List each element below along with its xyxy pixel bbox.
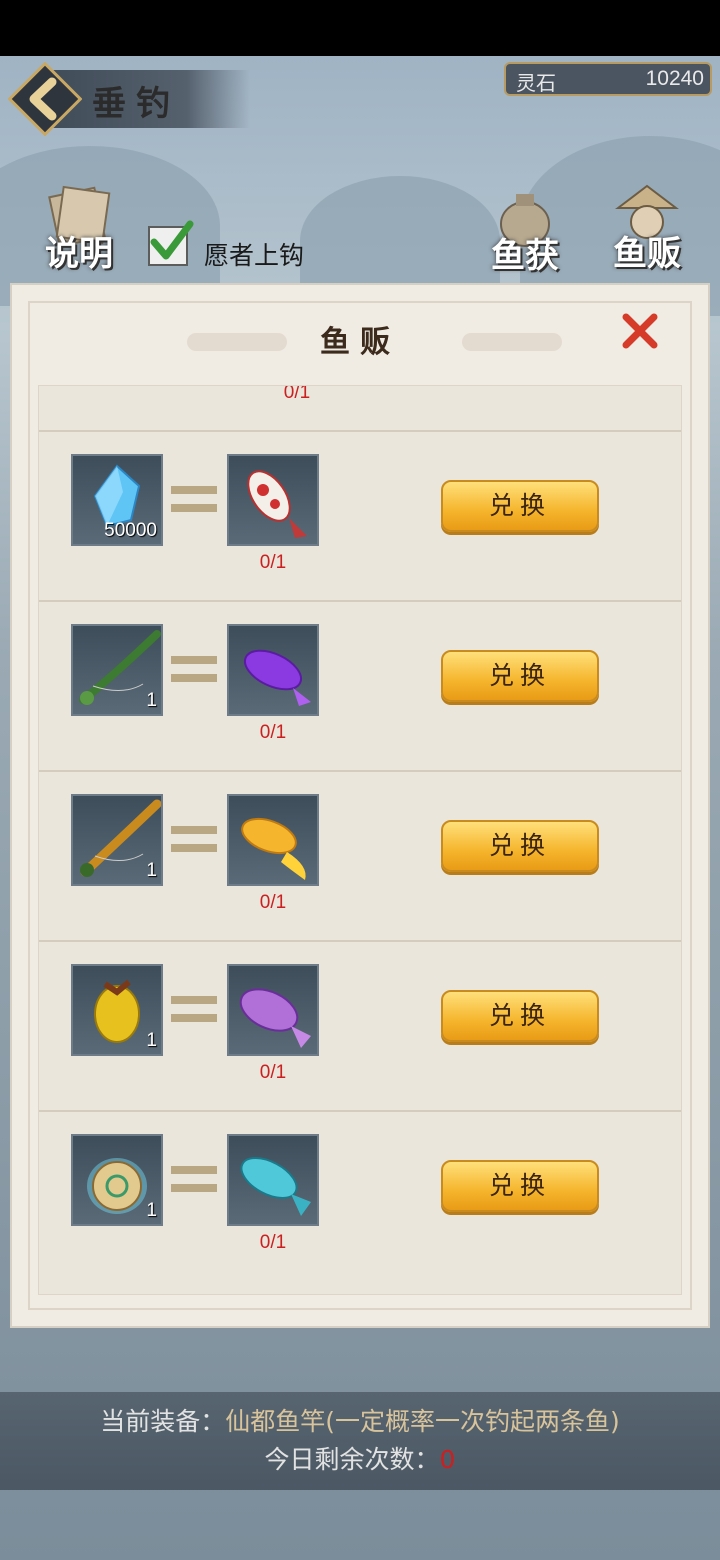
reward-item-slot[interactable]	[227, 964, 319, 1056]
partial-row-progress: 0/1	[283, 385, 311, 403]
exchange-list[interactable]: 0/1 50000 0/1 兑换 1 0/1 兑换 1 0/1 兑换 1 0/1…	[38, 385, 682, 1295]
exchange-row: 1 0/1 兑换	[39, 770, 681, 942]
cost-count: 1	[146, 690, 157, 711]
exchange-progress: 0/1	[259, 722, 287, 743]
currency-label: 灵石	[516, 71, 556, 95]
cost-item-slot[interactable]: 1	[71, 1134, 163, 1226]
equals-icon	[171, 486, 217, 514]
exchange-button[interactable]: 兑换	[441, 650, 599, 702]
equals-icon	[171, 826, 217, 854]
vendor-label: 鱼贩	[613, 234, 681, 274]
cyan-carp-icon	[240, 1157, 311, 1216]
cost-count: 1	[146, 1200, 157, 1221]
exchange-button[interactable]: 兑换	[441, 1160, 599, 1212]
cost-count: 50000	[104, 520, 157, 541]
status-bar	[0, 0, 720, 56]
cost-count: 1	[146, 1030, 157, 1051]
auto-hook-label[interactable]: 愿者上钩	[204, 236, 304, 272]
current-equipment: 当前装备：仙都鱼竿(一定概率一次钓起两条鱼)	[0, 1402, 720, 1438]
reward-item-slot[interactable]	[227, 624, 319, 716]
exchange-progress: 0/1	[259, 892, 287, 913]
help-label: 说明	[45, 234, 113, 274]
reward-item-slot[interactable]	[227, 1134, 319, 1226]
koi-fish-icon	[247, 470, 307, 538]
currency-value: 10240	[645, 67, 704, 90]
back-button[interactable]	[8, 62, 82, 136]
cost-item-slot[interactable]: 1	[71, 624, 163, 716]
catch-button[interactable]: 鱼获	[480, 182, 570, 277]
auto-hook-checkbox[interactable]	[148, 220, 194, 266]
equals-icon	[171, 656, 217, 684]
exchange-button[interactable]: 兑换	[441, 480, 599, 532]
dialog-title: 鱼贩	[320, 325, 400, 360]
golden-arowana-icon	[241, 817, 306, 880]
spirit-stone-counter: 灵石 10240	[504, 62, 712, 96]
exchange-row: 50000 0/1 兑换	[39, 430, 681, 602]
remaining-label: 今日剩余次数：	[264, 1445, 440, 1474]
cost-item-slot[interactable]: 1	[71, 794, 163, 886]
fish-vendor-dialog: 鱼贩 0/1 50000 0/1 兑换 1 0/1 兑换 1 0/1 兑换 1 …	[10, 283, 710, 1328]
reward-item-slot[interactable]	[227, 794, 319, 886]
close-icon[interactable]	[618, 309, 662, 353]
cost-count: 1	[146, 860, 157, 881]
equals-icon	[171, 996, 217, 1024]
purple-carp-icon	[239, 988, 311, 1048]
exchange-button[interactable]: 兑换	[441, 990, 599, 1042]
equip-value: 仙都鱼竿(一定概率一次钓起两条鱼)	[225, 1407, 620, 1436]
cost-item-slot[interactable]: 50000	[71, 454, 163, 546]
exchange-progress: 0/1	[259, 552, 287, 573]
cost-item-slot[interactable]: 1	[71, 964, 163, 1056]
remaining-attempts: 今日剩余次数：0	[0, 1440, 720, 1476]
remaining-value: 0	[439, 1445, 456, 1474]
exchange-row: 1 0/1 兑换	[39, 940, 681, 1112]
vendor-button[interactable]: 鱼贩	[602, 180, 692, 275]
reward-item-slot[interactable]	[227, 454, 319, 546]
exchange-row: 1 0/1 兑换	[39, 1110, 681, 1282]
catch-label: 鱼获	[491, 236, 559, 276]
help-button[interactable]: 说明	[34, 180, 124, 275]
exchange-progress: 0/1	[259, 1232, 287, 1253]
exchange-row: 1 0/1 兑换	[39, 600, 681, 772]
equip-label: 当前装备：	[100, 1407, 226, 1436]
exchange-progress: 0/1	[259, 1062, 287, 1083]
equals-icon	[171, 1166, 217, 1194]
exchange-button[interactable]: 兑换	[441, 820, 599, 872]
page-title: 垂钓	[92, 84, 180, 124]
purple-arowana-icon	[243, 649, 311, 706]
checkmark-icon	[150, 220, 194, 260]
